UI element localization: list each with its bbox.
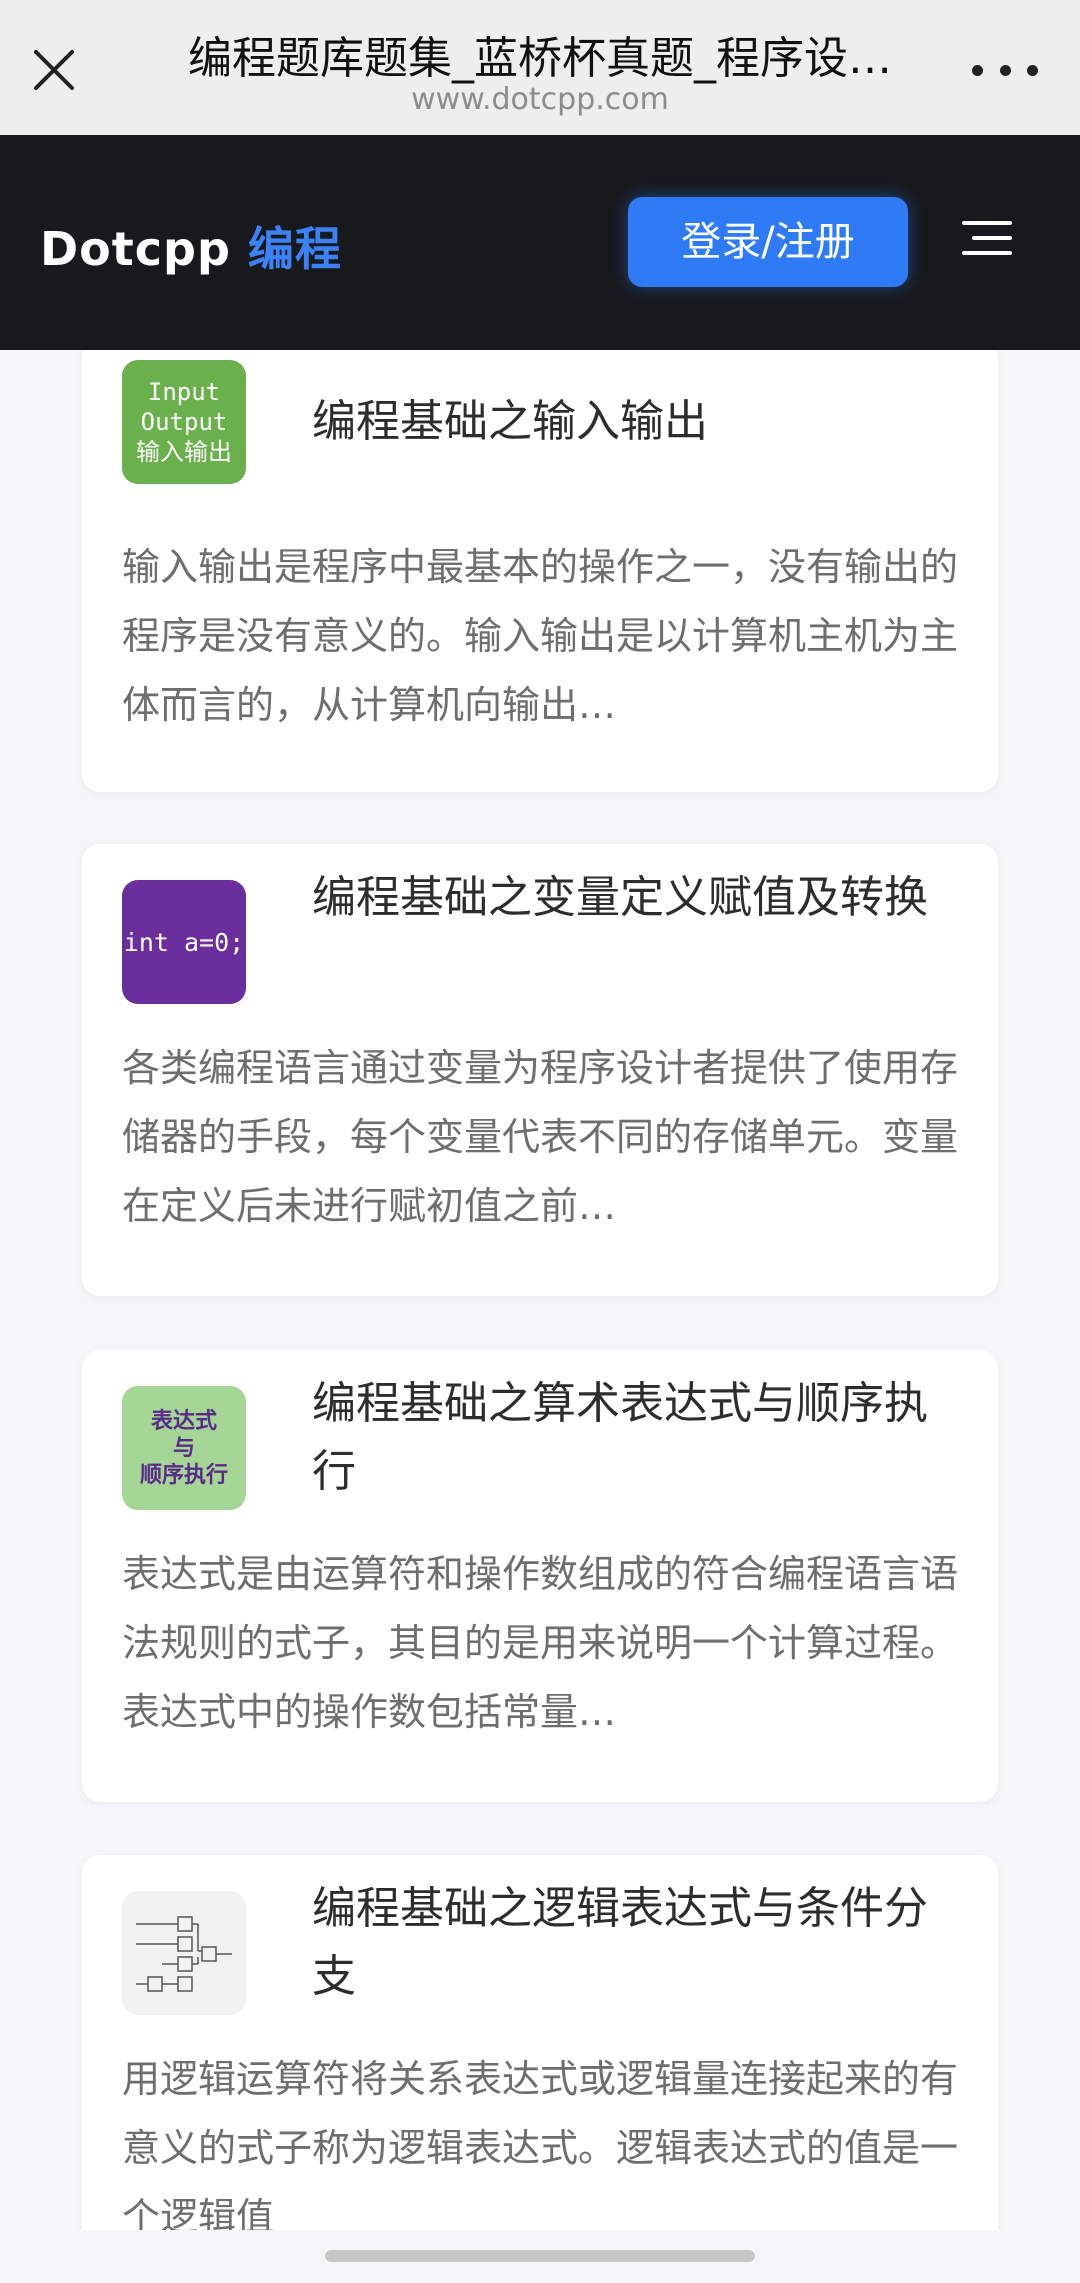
course-title[interactable]: 编程基础之逻辑表达式与条件分支 xyxy=(312,1875,962,2011)
more-icon[interactable] xyxy=(972,52,1038,88)
browser-page-title: 编程题库题集_蓝桥杯真题_程序设… xyxy=(188,33,892,84)
course-description: 用逻辑运算符将关系表达式或逻辑量连接起来的有意义的式子称为逻辑表达式。逻辑表达式… xyxy=(122,2057,959,2230)
course-title[interactable]: 编程基础之输入输出 xyxy=(312,388,962,456)
variable-thumbnail: int a=0; xyxy=(122,880,246,1004)
thumb-text: Output xyxy=(140,408,228,436)
home-indicator[interactable] xyxy=(325,2250,755,2262)
course-title[interactable]: 编程基础之变量定义赋值及转换 xyxy=(312,864,962,932)
login-register-button[interactable]: 登录/注册 xyxy=(628,197,908,287)
input-output-thumbnail: Input Output 输入输出 xyxy=(122,360,246,484)
course-description: 输入输出是程序中最基本的操作之一，没有输出的程序是没有意义的。输入输出是以计算机… xyxy=(122,545,959,727)
course-title[interactable]: 编程基础之算术表达式与顺序执行 xyxy=(312,1370,962,1506)
thumb-text: 与 xyxy=(172,1435,195,1461)
course-description: 各类编程语言通过变量为程序设计者提供了使用存储器的手段，每个变量代表不同的存储单… xyxy=(122,1046,959,1228)
thumb-text: Input xyxy=(147,378,221,406)
thumb-text: 顺序执行 xyxy=(139,1462,228,1488)
course-list: Input Output 输入输出 编程基础之输入输出 输入输出是程序中最基本的… xyxy=(0,350,1080,2230)
course-description: 表达式是由运算符和操作数组成的符合编程语言语法规则的式子，其目的是用来说明一个计… xyxy=(122,1552,959,1734)
course-card[interactable]: Input Output 输入输出 编程基础之输入输出 输入输出是程序中最基本的… xyxy=(82,350,998,792)
browser-bar: 编程题库题集_蓝桥杯真题_程序设… www.dotcpp.com xyxy=(0,0,1080,135)
close-icon[interactable] xyxy=(22,38,86,102)
site-header: Dotcpp 编程 登录/注册 xyxy=(0,135,1080,350)
thumb-text: 输入输出 xyxy=(136,438,232,466)
browser-url: www.dotcpp.com xyxy=(411,82,669,117)
thumb-text: 表达式 xyxy=(150,1408,217,1434)
course-card[interactable]: int a=0; 编程基础之变量定义赋值及转换 各类编程语言通过变量为程序设计者… xyxy=(82,844,998,1296)
logo-main-text: Dotcpp xyxy=(40,222,231,276)
course-card[interactable]: 表达式 与 顺序执行 编程基础之算术表达式与顺序执行 表达式是由运算符和操作数组… xyxy=(82,1350,998,1802)
expression-thumbnail: 表达式 与 顺序执行 xyxy=(122,1386,246,1510)
logo-accent-text: 编程 xyxy=(247,222,342,276)
site-logo[interactable]: Dotcpp 编程 xyxy=(40,213,342,279)
course-card[interactable]: 编程基础之逻辑表达式与条件分支 用逻辑运算符将关系表达式或逻辑量连接起来的有意义… xyxy=(82,1855,998,2230)
logic-circuit-icon xyxy=(122,1891,246,2015)
thumb-text: int a=0; xyxy=(123,927,245,957)
hamburger-menu-icon[interactable] xyxy=(960,213,1014,267)
